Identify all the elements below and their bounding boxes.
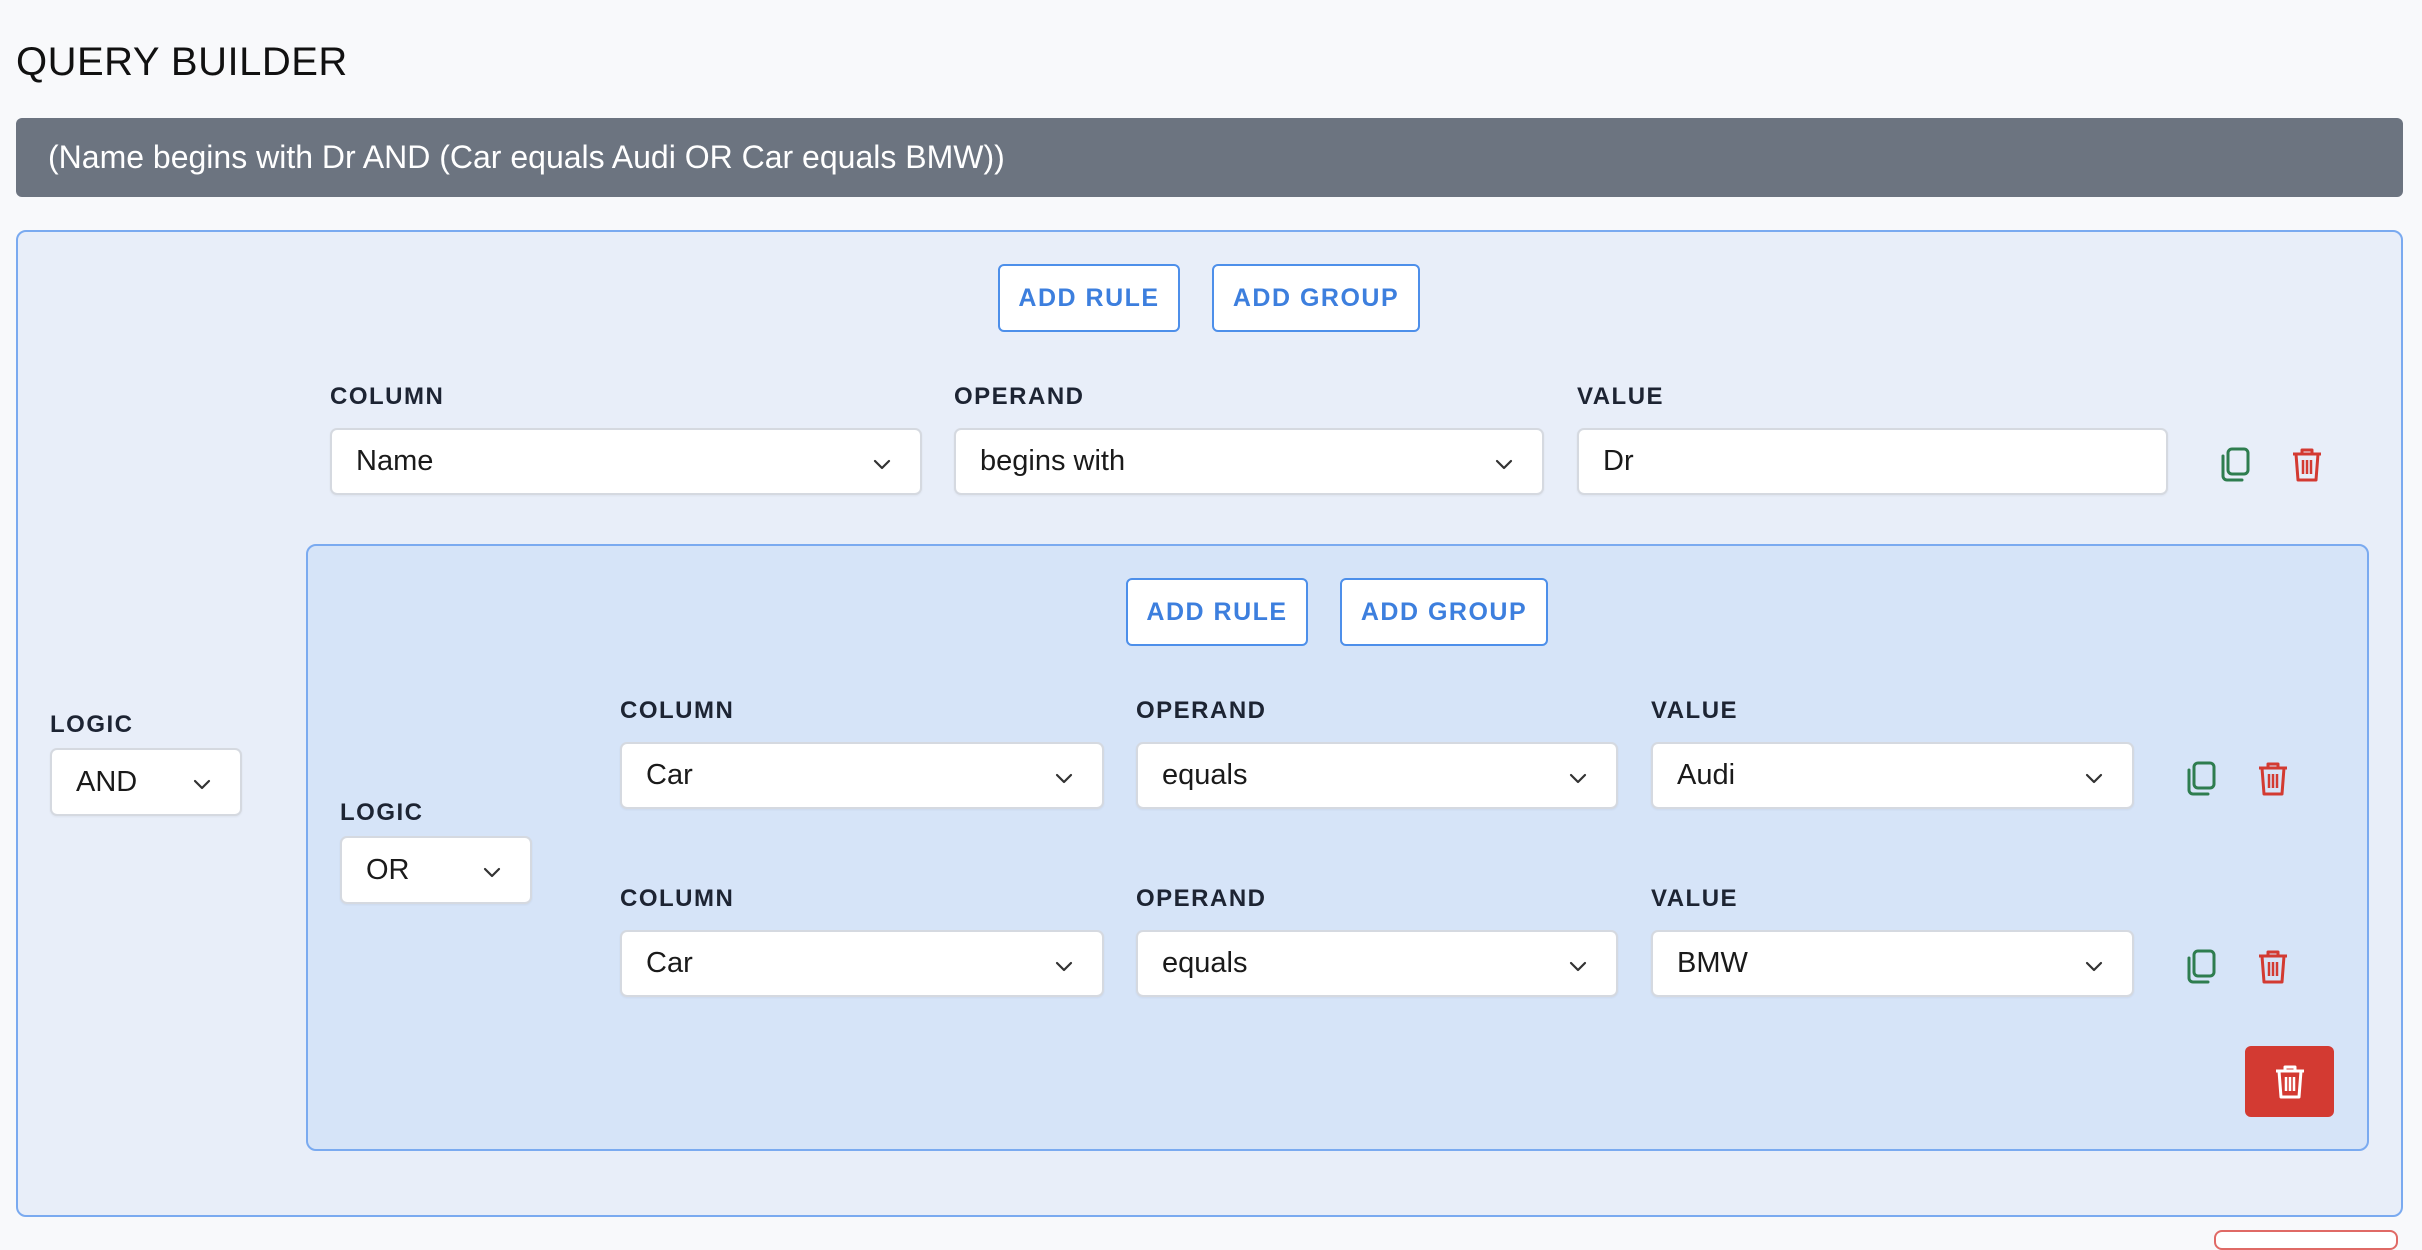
operand-select[interactable]: equals [1136, 742, 1618, 809]
logic-label: LOGIC [50, 711, 134, 738]
logic-select[interactable]: AND [50, 748, 242, 816]
copy-rule-button[interactable] [2213, 443, 2257, 487]
operand-select-value: begins with [980, 445, 1126, 477]
operand-select[interactable]: equals [1136, 930, 1618, 997]
copy-rule-button[interactable] [2179, 757, 2223, 801]
column-label: COLUMN [620, 697, 735, 724]
delete-outer-group-button[interactable] [2214, 1230, 2398, 1250]
column-select[interactable]: Car [620, 930, 1104, 997]
value-input[interactable]: Dr [1577, 428, 2168, 495]
delete-rule-button[interactable] [2251, 757, 2295, 801]
operand-label: OPERAND [954, 383, 1085, 410]
copy-rule-button[interactable] [2179, 945, 2223, 989]
trash-icon [2259, 950, 2287, 984]
logic-select[interactable]: OR [340, 836, 532, 904]
column-label: COLUMN [330, 383, 445, 410]
chevron-down-icon [873, 459, 891, 470]
value-label: VALUE [1577, 383, 1665, 410]
chevron-down-icon [193, 779, 211, 790]
query-summary: (Name begins with Dr AND (Car equals Aud… [16, 118, 2403, 197]
column-select[interactable]: Name [330, 428, 922, 495]
chevron-down-icon [1569, 961, 1587, 972]
trash-icon [2259, 762, 2287, 796]
value-label: VALUE [1651, 885, 1739, 912]
trash-icon [2275, 1065, 2304, 1098]
operand-select[interactable]: begins with [954, 428, 1544, 495]
page-title: QUERY BUILDER [16, 40, 348, 84]
operand-label: OPERAND [1136, 885, 1267, 912]
column-select-value: Name [356, 445, 434, 477]
copy-icon [2221, 447, 2250, 482]
chevron-down-icon [1055, 961, 1073, 972]
value-input-text: Dr [1603, 445, 1634, 477]
value-select-value: BMW [1677, 947, 1748, 979]
logic-select-value: OR [366, 853, 410, 886]
delete-group-button[interactable] [2245, 1046, 2334, 1117]
value-select[interactable]: BMW [1651, 930, 2134, 997]
chevron-down-icon [1495, 459, 1513, 470]
trash-icon [2293, 448, 2321, 482]
copy-icon [2187, 761, 2216, 796]
column-label: COLUMN [620, 885, 735, 912]
operand-label: OPERAND [1136, 697, 1267, 724]
add-group-button[interactable]: ADD GROUP [1340, 578, 1548, 646]
value-select-value: Audi [1677, 759, 1736, 791]
chevron-down-icon [483, 867, 501, 878]
copy-icon [2187, 949, 2216, 984]
chevron-down-icon [2085, 773, 2103, 784]
operand-select-value: equals [1162, 947, 1248, 979]
add-group-button[interactable]: ADD GROUP [1212, 264, 1420, 332]
column-select-value: Car [646, 759, 693, 791]
value-label: VALUE [1651, 697, 1739, 724]
chevron-down-icon [1569, 773, 1587, 784]
chevron-down-icon [1055, 773, 1073, 784]
value-select[interactable]: Audi [1651, 742, 2134, 809]
chevron-down-icon [2085, 961, 2103, 972]
add-rule-button[interactable]: ADD RULE [1126, 578, 1308, 646]
delete-rule-button[interactable] [2251, 945, 2295, 989]
add-rule-button[interactable]: ADD RULE [998, 264, 1180, 332]
operand-select-value: equals [1162, 759, 1248, 791]
column-select-value: Car [646, 947, 693, 979]
inner-group [306, 544, 2369, 1151]
delete-rule-button[interactable] [2285, 443, 2329, 487]
column-select[interactable]: Car [620, 742, 1104, 809]
logic-label: LOGIC [340, 799, 424, 826]
logic-select-value: AND [76, 765, 138, 798]
